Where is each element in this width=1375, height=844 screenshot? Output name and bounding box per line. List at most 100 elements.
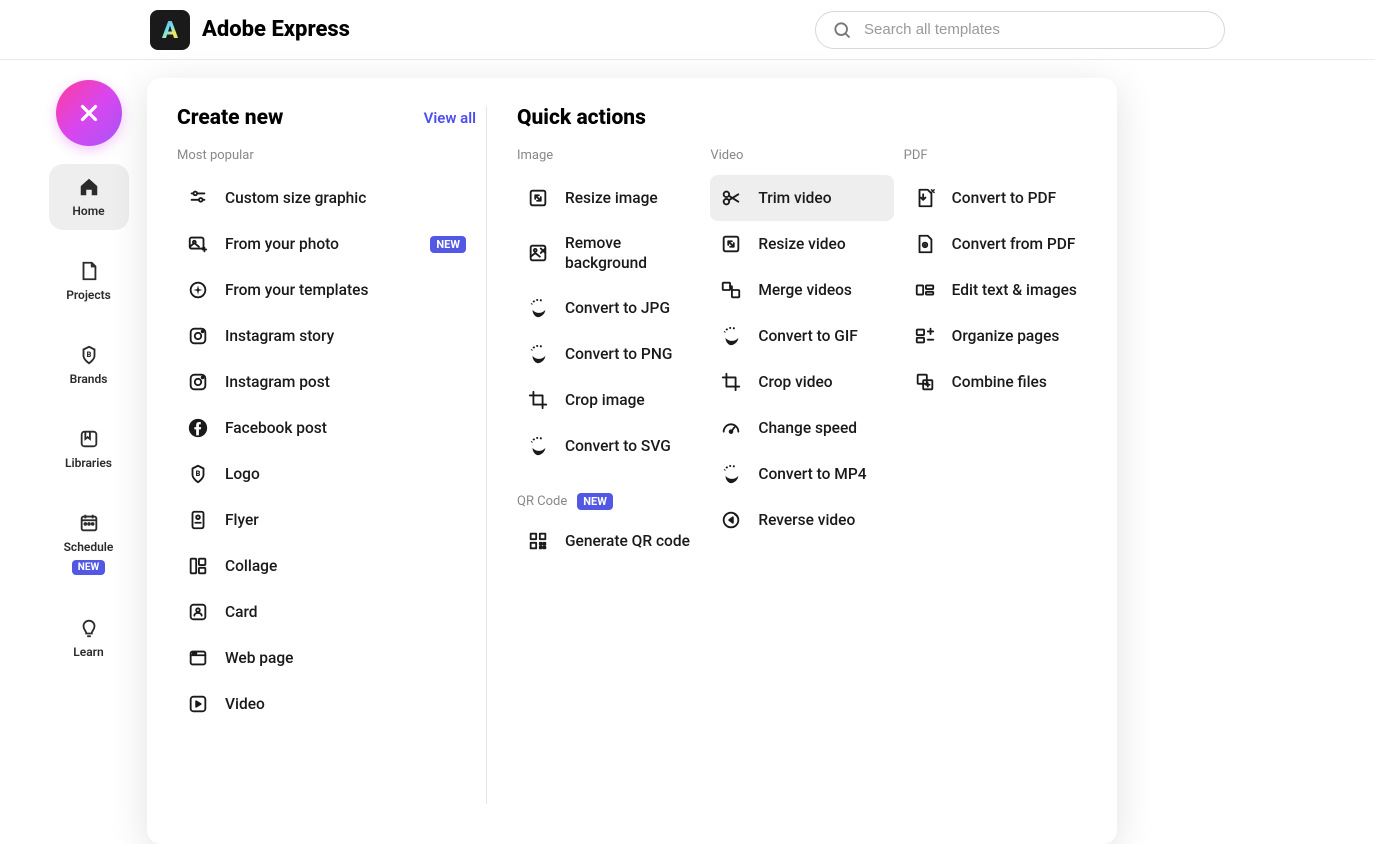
quick-subhead: Image <box>517 148 700 163</box>
crop-icon <box>720 371 742 393</box>
trim-icon <box>720 187 742 209</box>
quick-action-label: Convert to SVG <box>565 436 690 456</box>
quick-action-item[interactable]: Convert to GIF <box>710 313 893 359</box>
convert-icon <box>527 435 549 457</box>
create-item[interactable]: Facebook post <box>177 405 476 451</box>
create-item[interactable]: Custom size graphic <box>177 175 476 221</box>
quick-action-item[interactable]: Convert to JPG <box>517 285 700 331</box>
flyer-icon <box>187 509 209 531</box>
create-item[interactable]: Flyer <box>177 497 476 543</box>
quick-action-item[interactable]: Convert to PNG <box>517 331 700 377</box>
projects-icon <box>78 260 100 282</box>
create-item[interactable]: B Logo <box>177 451 476 497</box>
close-create-button[interactable] <box>56 80 122 146</box>
quick-action-item[interactable]: Convert to PDF <box>904 175 1087 221</box>
convert-icon <box>720 325 742 347</box>
card-icon <box>187 601 209 623</box>
create-item[interactable]: Card <box>177 589 476 635</box>
create-item[interactable]: From your templates <box>177 267 476 313</box>
brand[interactable]: A Adobe Express <box>150 10 350 50</box>
quick-action-item[interactable]: Resize video <box>710 221 893 267</box>
sidebar-item-schedule[interactable]: Schedule NEW <box>49 500 129 587</box>
sidebar: Home Projects B Brands Libraries Schedul… <box>0 60 137 844</box>
combine-icon <box>914 371 936 393</box>
quick-action-item[interactable]: Convert from PDF <box>904 221 1087 267</box>
merge-icon <box>720 279 742 301</box>
search-input[interactable] <box>864 21 1208 38</box>
quick-action-item[interactable]: Trim video <box>710 175 893 221</box>
create-item-label: From your photo <box>225 234 414 254</box>
webpage-icon <box>187 647 209 669</box>
quick-action-item[interactable]: Edit text & images <box>904 267 1087 313</box>
create-item[interactable]: Collage <box>177 543 476 589</box>
quick-action-item[interactable]: Crop image <box>517 377 700 423</box>
create-item[interactable]: Video <box>177 681 476 727</box>
resize-icon <box>720 233 742 255</box>
quick-action-label: Generate QR code <box>565 531 690 551</box>
close-icon <box>76 100 102 126</box>
create-item-label: Facebook post <box>225 418 466 438</box>
quick-action-item[interactable]: Reverse video <box>710 497 893 543</box>
sidebar-item-brands[interactable]: B Brands <box>49 332 129 398</box>
create-item[interactable]: Instagram story <box>177 313 476 359</box>
quick-action-label: Convert to PDF <box>952 188 1077 208</box>
learn-icon <box>78 617 100 639</box>
quick-action-item[interactable]: Merge videos <box>710 267 893 313</box>
quick-action-item[interactable]: Organize pages <box>904 313 1087 359</box>
photo-plus-icon <box>187 233 209 255</box>
quick-subhead: PDF <box>904 148 1087 163</box>
sidebar-item-label: Libraries <box>65 456 112 470</box>
sliders-icon <box>187 187 209 209</box>
quick-action-label: Resize image <box>565 188 690 208</box>
quick-action-item[interactable]: Convert to MP4 <box>710 451 893 497</box>
quick-action-label: Convert to JPG <box>565 298 690 318</box>
quick-action-label: Convert to GIF <box>758 326 883 346</box>
template-sparkle-icon <box>187 279 209 301</box>
create-item[interactable]: From your photo NEW <box>177 221 476 267</box>
create-item[interactable]: Web page <box>177 635 476 681</box>
quick-action-item[interactable]: Resize image <box>517 175 700 221</box>
svg-text:B: B <box>196 469 201 478</box>
quick-action-item[interactable]: Combine files <box>904 359 1087 405</box>
quick-action-label: Resize video <box>758 234 883 254</box>
create-item[interactable]: Instagram post <box>177 359 476 405</box>
quick-action-label: Edit text & images <box>952 280 1077 300</box>
quick-action-item[interactable]: Change speed <box>710 405 893 451</box>
main: Home Projects B Brands Libraries Schedul… <box>0 60 1375 844</box>
sidebar-item-libraries[interactable]: Libraries <box>49 416 129 482</box>
play-icon <box>187 693 209 715</box>
create-new-column: Create new View all Most popular Custom … <box>177 106 487 804</box>
sidebar-item-label: Brands <box>70 372 108 386</box>
quick-action-label: Crop image <box>565 390 690 410</box>
quick-action-item[interactable]: Convert to SVG <box>517 423 700 469</box>
create-item-label: Custom size graphic <box>225 188 466 208</box>
create-item-label: From your templates <box>225 280 466 300</box>
quick-action-item[interactable]: Crop video <box>710 359 893 405</box>
to-pdf-icon <box>914 187 936 209</box>
sidebar-item-projects[interactable]: Projects <box>49 248 129 314</box>
logo-b-icon: B <box>187 463 209 485</box>
quick-action-label: Change speed <box>758 418 883 438</box>
search-box[interactable] <box>815 11 1225 49</box>
new-badge: NEW <box>72 560 105 575</box>
quick-actions-subcolumn: Video Trim video Resize video Merge vide… <box>710 148 893 564</box>
sidebar-item-home[interactable]: Home <box>49 164 129 230</box>
home-icon <box>78 176 100 198</box>
sidebar-item-learn[interactable]: Learn <box>49 605 129 671</box>
new-badge: NEW <box>577 493 613 510</box>
new-badge: NEW <box>430 236 466 253</box>
from-pdf-icon <box>914 233 936 255</box>
header: A Adobe Express <box>0 0 1375 60</box>
brand-logo-icon: A <box>150 10 190 50</box>
create-item-label: Video <box>225 694 466 714</box>
quick-action-label: Convert to MP4 <box>758 464 883 484</box>
create-item-label: Flyer <box>225 510 466 530</box>
organize-icon <box>914 325 936 347</box>
quick-action-item[interactable]: Generate QR code <box>517 518 700 564</box>
view-all-link[interactable]: View all <box>424 109 476 127</box>
quick-action-item[interactable]: Remove background <box>517 221 700 285</box>
collage-icon <box>187 555 209 577</box>
facebook-icon <box>187 417 209 439</box>
quick-action-label: Convert from PDF <box>952 234 1077 254</box>
create-item-label: Instagram post <box>225 372 466 392</box>
